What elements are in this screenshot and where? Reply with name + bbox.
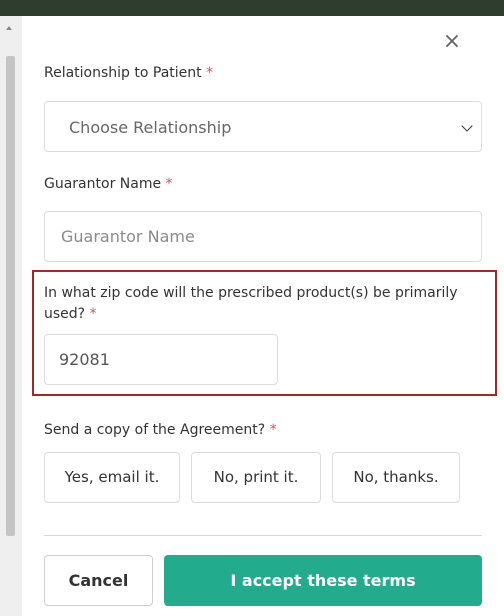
relationship-select[interactable]: Choose Relationship bbox=[44, 101, 482, 152]
cancel-button[interactable]: Cancel bbox=[44, 555, 153, 606]
relationship-label: Relationship to Patient * bbox=[44, 65, 213, 81]
footer-divider bbox=[44, 535, 482, 536]
scroll-thumb[interactable] bbox=[6, 56, 15, 536]
required-mark: * bbox=[165, 176, 173, 192]
zip-code-value: 92081 bbox=[59, 350, 110, 369]
relationship-label-text: Relationship to Patient bbox=[44, 65, 202, 81]
zip-code-label-text: In what zip code will the prescribed pro… bbox=[44, 285, 458, 322]
agreement-copy-label-text: Send a copy of the Agreement? bbox=[44, 422, 266, 438]
option-no-thanks-button[interactable]: No, thanks. bbox=[332, 452, 460, 503]
guarantor-label-text: Guarantor Name bbox=[44, 176, 162, 192]
guarantor-label: Guarantor Name * bbox=[44, 176, 173, 192]
scroll-up-arrow-icon[interactable] bbox=[6, 26, 12, 30]
option-email-button[interactable]: Yes, email it. bbox=[44, 452, 180, 503]
zip-code-input[interactable]: 92081 bbox=[44, 334, 278, 385]
required-mark: * bbox=[269, 422, 277, 438]
guarantor-name-input[interactable]: Guarantor Name bbox=[44, 211, 482, 262]
required-mark: * bbox=[89, 306, 97, 322]
agreement-copy-label: Send a copy of the Agreement? * bbox=[44, 422, 277, 438]
accept-terms-button[interactable]: I accept these terms bbox=[164, 555, 482, 606]
close-icon[interactable]: × bbox=[442, 31, 462, 53]
relationship-select-value: Choose Relationship bbox=[69, 118, 232, 137]
top-bar bbox=[0, 0, 504, 16]
chevron-down-icon bbox=[461, 120, 473, 132]
required-mark: * bbox=[206, 65, 214, 81]
guarantor-name-placeholder: Guarantor Name bbox=[61, 227, 195, 246]
option-print-button[interactable]: No, print it. bbox=[191, 452, 321, 503]
scrollbar[interactable] bbox=[0, 16, 22, 616]
zip-code-label: In what zip code will the prescribed pro… bbox=[44, 283, 489, 325]
